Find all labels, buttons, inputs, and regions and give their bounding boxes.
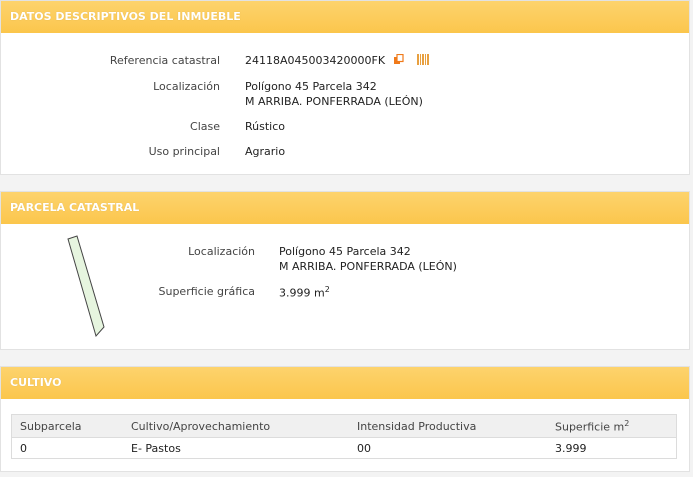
col-superficie: Superficie m2 (547, 414, 677, 438)
localizacion-line2: M ARRIBA. PONFERRADA (LEÓN) (245, 95, 423, 108)
cell-superficie: 3.999 (547, 437, 677, 459)
panel-header-parcela: PARCELA CATASTRAL (1, 192, 689, 224)
col-superficie-exp: 2 (624, 418, 630, 428)
barcode-icon[interactable] (417, 54, 430, 68)
localizacion-label: Localización (153, 80, 220, 93)
cultivo-table: Subparcela Cultivo/Aprovechamiento Inten… (11, 414, 677, 459)
superficie-grafica-exp: 2 (324, 285, 330, 294)
ref-catastral-label: Referencia catastral (109, 54, 220, 67)
localizacion-value: Polígono 45 Parcela 342 M ARRIBA. PONFER… (245, 79, 423, 109)
localizacion-line1: Polígono 45 Parcela 342 (245, 80, 377, 93)
col-intensidad: Intensidad Productiva (349, 414, 547, 438)
uso-principal-value: Agrario (245, 145, 286, 158)
clase-label: Clase (190, 120, 220, 133)
col-superficie-text: Superficie m (555, 420, 625, 434)
parcela-localizacion-label: Localización (188, 245, 255, 258)
panel-header-inmueble: DATOS DESCRIPTIVOS DEL INMUEBLE (1, 1, 689, 33)
col-subparcela: Subparcela (11, 414, 123, 438)
panel-header-cultivo: CULTIVO (1, 367, 689, 399)
parcel-map-shape[interactable] (66, 235, 106, 339)
table-header-row: Subparcela Cultivo/Aprovechamiento Inten… (11, 414, 677, 438)
cell-intensidad: 00 (349, 437, 547, 459)
parcela-localizacion-line1: Polígono 45 Parcela 342 (279, 245, 411, 258)
superficie-grafica-label: Superficie gráfica (158, 285, 256, 298)
superficie-grafica-value: 3.999 m2 (279, 285, 330, 300)
parcela-localizacion-line2: M ARRIBA. PONFERRADA (LEÓN) (279, 260, 457, 273)
cell-subparcela: 0 (11, 437, 123, 459)
uso-principal-label: Uso principal (148, 145, 220, 158)
copy-icon[interactable] (393, 53, 404, 68)
col-cultivo: Cultivo/Aprovechamiento (123, 414, 349, 438)
table-row: 0 E- Pastos 00 3.999 (11, 437, 677, 459)
clase-value: Rústico (245, 120, 285, 133)
superficie-grafica-text: 3.999 m (279, 286, 325, 300)
parcela-localizacion-value: Polígono 45 Parcela 342 M ARRIBA. PONFER… (279, 244, 457, 274)
ref-catastral-text: 24118A045003420000FK (245, 54, 386, 67)
ref-catastral-value: 24118A045003420000FK (245, 53, 430, 68)
cell-cultivo: E- Pastos (123, 437, 349, 459)
